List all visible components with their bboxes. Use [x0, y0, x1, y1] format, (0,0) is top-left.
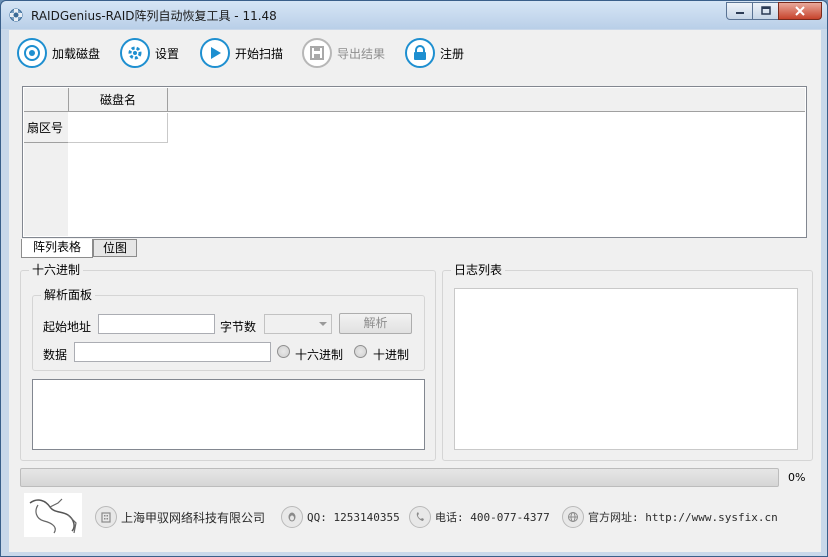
close-icon — [795, 6, 805, 16]
qq-number: QQ: 1253140355 — [307, 510, 400, 524]
log-group-title: 日志列表 — [451, 263, 506, 277]
hex-output-area[interactable] — [32, 379, 425, 450]
close-button[interactable] — [778, 2, 822, 20]
settings-button[interactable]: 设置 — [120, 37, 179, 69]
load-disk-label: 加载磁盘 — [52, 46, 101, 61]
settings-label: 设置 — [155, 46, 180, 61]
phone-icon — [409, 506, 431, 528]
tab-bitmap[interactable]: 位图 — [93, 239, 137, 257]
parse-panel-title: 解析面板 — [41, 288, 96, 302]
parse-panel-group: 解析面板 起始地址 字节数 解析 数据 十六进制 十进制 — [32, 288, 425, 371]
log-list[interactable] — [454, 288, 798, 450]
byte-count-label: 字节数 — [220, 320, 257, 334]
company-logo — [24, 493, 82, 537]
start-scan-label: 开始扫描 — [235, 46, 284, 61]
load-disk-button[interactable]: 加载磁盘 — [17, 37, 100, 69]
array-grid[interactable]: 磁盘名 扇区号 — [22, 86, 807, 238]
row-header-sector: 扇区号 — [24, 113, 68, 143]
grid-cell[interactable] — [68, 113, 168, 143]
app-logo-icon — [9, 8, 23, 22]
progress-percent: 0% — [788, 471, 806, 484]
parse-button[interactable]: 解析 — [339, 313, 412, 334]
title-bar[interactable]: RAIDGenius-RAID阵列自动恢复工具 - 11.48 — [1, 1, 827, 29]
start-address-input[interactable] — [98, 314, 215, 334]
footer: 上海甲驭网络科技有限公司 QQ: 1253140355 电话: 400-077-… — [24, 493, 814, 539]
disk-icon — [17, 38, 47, 68]
tab-array-table[interactable]: 阵列表格 — [21, 239, 93, 258]
client-area: 加载磁盘 设置 开始扫描 导出结果 注册 磁盘名 扇区号 阵列表格 位图 十六进… — [9, 30, 821, 552]
hex-radio[interactable] — [277, 345, 290, 358]
app-window: RAIDGenius-RAID阵列自动恢复工具 - 11.48 加载磁盘 设置 … — [0, 0, 828, 557]
chevron-down-icon — [319, 322, 327, 326]
decimal-radio[interactable] — [354, 345, 367, 358]
maximize-icon — [760, 6, 771, 15]
save-icon — [302, 38, 332, 68]
globe-icon — [562, 506, 584, 528]
company-name: 上海甲驭网络科技有限公司 — [121, 510, 266, 525]
window-title: RAIDGenius-RAID阵列自动恢复工具 - 11.48 — [31, 9, 277, 23]
minimize-button[interactable] — [726, 2, 753, 20]
lock-icon — [405, 38, 435, 68]
penguin-icon — [281, 506, 303, 528]
horse-logo-icon — [29, 498, 77, 534]
export-result-label: 导出结果 — [337, 46, 386, 61]
decimal-radio-label[interactable]: 十进制 — [373, 346, 409, 363]
footer-website: 官方网址: http://www.sysfix.cn — [562, 505, 778, 529]
toolbar: 加载磁盘 设置 开始扫描 导出结果 注册 — [9, 30, 821, 76]
export-result-button[interactable]: 导出结果 — [302, 37, 385, 69]
footer-company: 上海甲驭网络科技有限公司 — [95, 505, 265, 529]
footer-phone: 电话: 400-077-4377 — [409, 505, 550, 529]
hex-group-title: 十六进制 — [29, 263, 84, 277]
play-icon — [200, 38, 230, 68]
gear-icon — [120, 38, 150, 68]
log-group: 日志列表 — [442, 263, 813, 461]
minimize-icon — [735, 12, 744, 14]
footer-qq: QQ: 1253140355 — [281, 505, 400, 529]
scan-progress-bar — [20, 468, 779, 487]
start-address-label: 起始地址 — [43, 320, 92, 334]
register-label: 注册 — [440, 46, 465, 61]
start-scan-button[interactable]: 开始扫描 — [200, 37, 283, 69]
website-url: 官方网址: http://www.sysfix.cn — [588, 511, 778, 524]
hex-group: 十六进制 解析面板 起始地址 字节数 解析 数据 十六进制 十进制 — [20, 263, 436, 461]
building-icon — [95, 506, 117, 528]
data-input[interactable] — [74, 342, 271, 362]
register-button[interactable]: 注册 — [405, 37, 464, 69]
data-label: 数据 — [43, 348, 68, 362]
hex-radio-label[interactable]: 十六进制 — [295, 346, 343, 363]
phone-number: 电话: 400-077-4377 — [435, 511, 550, 524]
column-header-disk-name[interactable]: 磁盘名 — [68, 88, 168, 112]
maximize-button[interactable] — [752, 2, 779, 20]
